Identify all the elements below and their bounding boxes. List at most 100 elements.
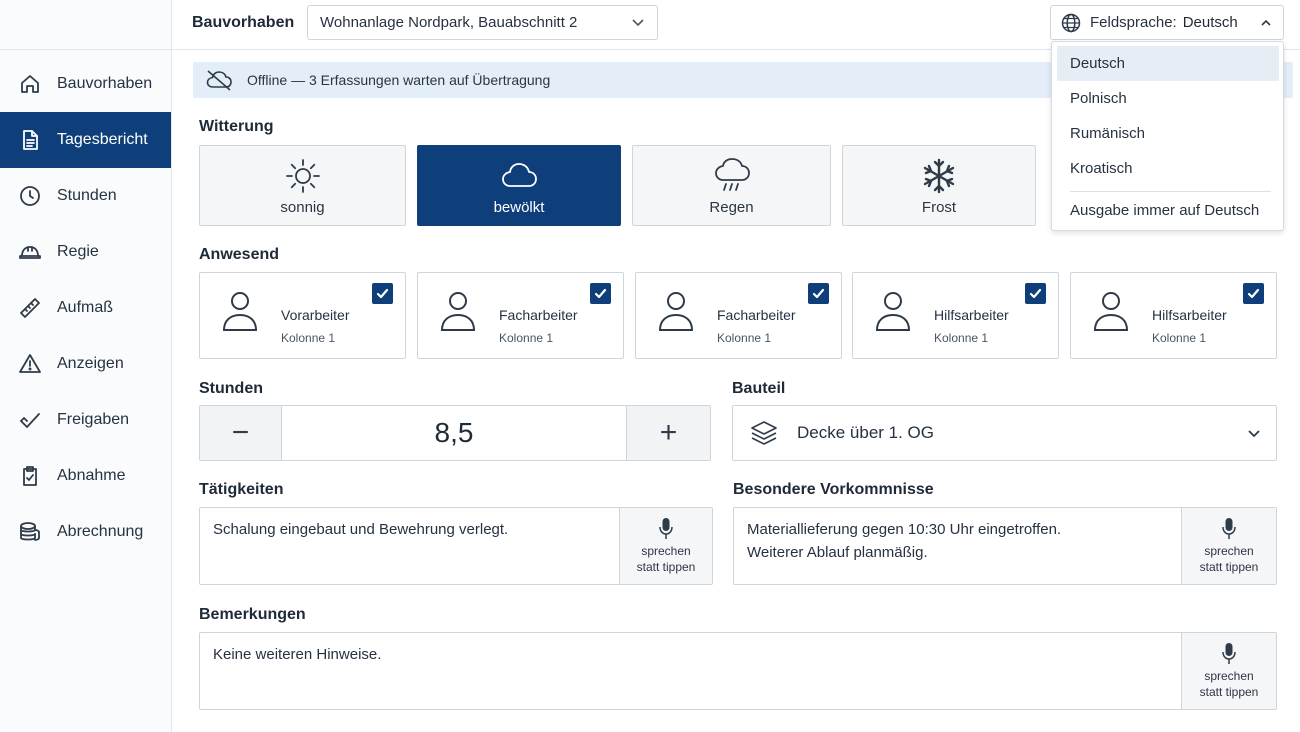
presence-crew: Kolonne 1 [499,331,554,345]
chevron-down-icon [631,15,645,33]
bauteil-title: Bauteil [732,380,786,397]
incidents-textarea[interactable]: Materiallieferung gegen 10:30 Uhr einget… [733,507,1277,585]
language-option-kroatisch[interactable]: Kroatisch [1057,151,1279,186]
weather-option-label: Regen [709,199,754,216]
person-icon [656,289,696,333]
microphone-icon [1222,518,1236,539]
sidebar-item-freigaben[interactable]: Freigaben [0,392,171,448]
bauteil-select[interactable]: Decke über 1. OG [732,405,1277,461]
sidebar-item-abnahme[interactable]: Abnahme [0,448,171,504]
home-icon [18,72,42,96]
weather-option-frost[interactable]: Frost [842,145,1036,226]
hours-value[interactable]: 8,5 [282,406,626,460]
presence-role: Hilfsarbeiter [934,307,1009,323]
weather-option-label: bewölkt [493,199,545,216]
person-icon [220,289,260,333]
sidebar-nav: Bauvorhaben Tagesbericht Stunden Regie A… [0,56,171,560]
field-language-value: Deutsch [1182,14,1238,31]
presence-card[interactable]: Facharbeiter Kolonne 1 [417,272,624,359]
incidents-text: Materiallieferung gegen 10:30 Uhr einget… [747,521,1062,561]
cloud-offline-icon [206,70,232,91]
sidebar-header [0,0,171,50]
hours-increment-button[interactable]: + [626,406,710,460]
project-select-value: Wohnanlage Nordpark, Bauabschnitt 2 [320,14,578,31]
field-language-select[interactable]: Feldsprache: Deutsch [1050,5,1284,40]
hours-title: Stunden [199,380,263,397]
sidebar-item-label: Aufmaß [57,299,114,316]
sidebar-item-bauvorhaben[interactable]: Bauvorhaben [0,56,171,112]
dropdown-divider [1070,191,1271,192]
presence-crew: Kolonne 1 [934,331,989,345]
ruler-icon [18,296,42,320]
field-language-dropdown: Deutsch Polnisch Rumänisch Kroatisch Aus… [1051,41,1284,231]
field-language-label: Feldsprache: [1090,14,1177,31]
presence-crew: Kolonne 1 [717,331,772,345]
sidebar-item-label: Anzeigen [57,355,124,372]
person-icon [1091,289,1131,333]
coins-icon [18,520,42,544]
document-icon [18,128,42,152]
sidebar-item-label: Tagesbericht [57,131,148,148]
language-option-deutsch[interactable]: Deutsch [1057,46,1279,81]
presence-card[interactable]: Hilfsarbeiter Kolonne 1 [1070,272,1277,359]
sidebar-item-label: Abnahme [57,467,126,484]
weather-option-label: Frost [921,199,957,216]
sidebar-item-anzeigen[interactable]: Anzeigen [0,336,171,392]
weather-title: Witterung [199,118,274,135]
voice-button-label: sprechen statt tippen [1199,669,1259,699]
language-option-polnisch[interactable]: Polnisch [1057,81,1279,116]
check-icon [18,408,42,432]
presence-checkbox[interactable] [590,283,611,304]
output-always-german-option[interactable]: Ausgabe immer auf Deutsch [1057,193,1279,228]
rain-icon [714,158,750,191]
presence-card[interactable]: Facharbeiter Kolonne 1 [635,272,842,359]
microphone-icon [659,518,673,539]
incidents-voice-button[interactable]: sprechen statt tippen [1181,508,1276,584]
activities-text: Schalung eingebaut und Bewehrung verlegt… [213,521,509,538]
checkmark-icon [1029,288,1042,299]
presence-title: Anwesend [199,246,280,263]
sidebar-item-aufmass[interactable]: Aufmaß [0,280,171,336]
snowflake-icon [923,158,955,194]
hardhat-icon [18,240,42,264]
layers-icon [751,421,777,445]
sidebar-item-tagesbericht[interactable]: Tagesbericht [0,112,171,168]
presence-card[interactable]: Hilfsarbeiter Kolonne 1 [852,272,1059,359]
weather-option-regen[interactable]: Regen [632,145,831,226]
incidents-title: Besondere Vorkommnisse [733,481,934,498]
sidebar-item-stunden[interactable]: Stunden [0,168,171,224]
hours-decrement-button[interactable]: − [200,406,282,460]
presence-role: Vorarbeiter [281,307,350,323]
sidebar-item-abrechnung[interactable]: Abrechnung [0,504,171,560]
presence-checkbox[interactable] [372,283,393,304]
microphone-icon [1222,643,1236,664]
presence-checkbox[interactable] [808,283,829,304]
language-option-rumaenisch[interactable]: Rumänisch [1057,116,1279,151]
presence-checkbox[interactable] [1025,283,1046,304]
checkmark-icon [376,288,389,299]
remarks-title: Bemerkungen [199,606,306,623]
remarks-voice-button[interactable]: sprechen statt tippen [1181,633,1276,709]
project-label: Bauvorhaben [192,14,295,31]
project-select[interactable]: Wohnanlage Nordpark, Bauabschnitt 2 [307,5,658,40]
activities-textarea[interactable]: Schalung eingebaut und Bewehrung verlegt… [199,507,713,585]
presence-checkbox[interactable] [1243,283,1264,304]
sun-icon [285,159,320,193]
weather-option-sonnig[interactable]: sonnig [199,145,406,226]
globe-icon [1061,13,1081,32]
sidebar-item-regie[interactable]: Regie [0,224,171,280]
presence-crew: Kolonne 1 [281,331,336,345]
weather-option-bewoelkt[interactable]: bewölkt [417,145,621,226]
presence-card[interactable]: Vorarbeiter Kolonne 1 [199,272,406,359]
clipboard-icon [18,464,42,488]
person-icon [438,289,478,333]
sidebar-item-label: Regie [57,243,99,260]
presence-role: Hilfsarbeiter [1152,307,1227,323]
checkmark-icon [812,288,825,299]
presence-role: Facharbeiter [717,307,796,323]
activities-voice-button[interactable]: sprechen statt tippen [619,508,712,584]
bauteil-value: Decke über 1. OG [797,423,935,442]
remarks-textarea[interactable]: Keine weiteren Hinweise. sprechen statt … [199,632,1277,710]
clock-icon [18,184,42,208]
sidebar: Bauvorhaben Tagesbericht Stunden Regie A… [0,0,172,732]
